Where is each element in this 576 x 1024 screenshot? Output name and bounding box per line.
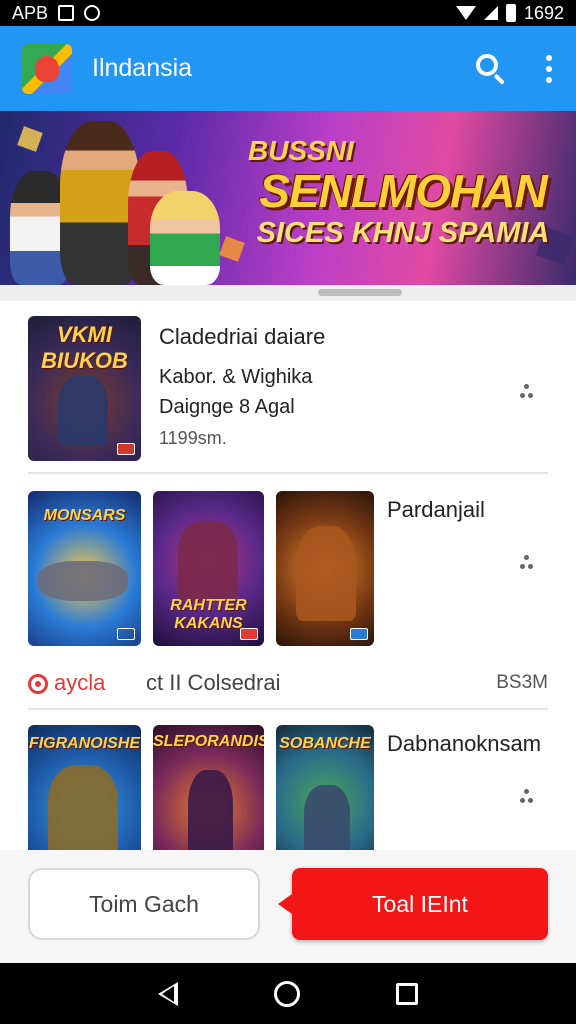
list-item-featured[interactable]: VKMI BIUKOB Cladedriai daiare Kabor. & W…	[28, 316, 548, 462]
search-icon[interactable]	[474, 52, 508, 86]
thumbnail-badge-icon	[240, 628, 258, 640]
promo-banner[interactable]: BUSSNI SENLMOHAN SICES KHNJ SPAMIA	[0, 111, 576, 285]
list-item-row1[interactable]: MONSARS RAHTTER KAKANS Pardanjail	[28, 491, 548, 647]
featured-meta: 1199sm.	[159, 428, 227, 448]
notification-icon	[58, 5, 75, 21]
banner-character	[150, 191, 220, 285]
drag-handle[interactable]	[318, 289, 402, 296]
banner-characters	[0, 111, 240, 285]
thumbnail-caption: MONSARS	[43, 507, 126, 524]
game-thumbnail[interactable]: SOBANCHE	[276, 725, 374, 850]
secondary-button[interactable]: Toim Gach	[28, 868, 260, 940]
thumbnail-figure	[296, 526, 356, 621]
app-bar: Ilndansia	[0, 26, 576, 111]
more-options-icon[interactable]	[516, 547, 536, 577]
status-bar: APB 1692	[0, 0, 576, 26]
thumbnail-badge-icon	[117, 443, 135, 455]
thumbnail-caption: SLEPORANDIS	[153, 733, 264, 750]
battery-icon	[505, 4, 516, 22]
screen: APB 1692 Ilndansia BUSSNI SENLMOHAN SICE…	[0, 0, 576, 1024]
thumbnail-figure	[48, 765, 118, 850]
more-options-icon[interactable]	[516, 781, 536, 811]
wifi-icon	[455, 6, 476, 20]
banner-subtitle: SICES KHNJ SPAMIA	[256, 217, 550, 249]
back-icon[interactable]	[158, 981, 178, 1006]
featured-title: Cladedriai daiare	[159, 324, 326, 349]
thumbnail-figure	[38, 561, 128, 601]
bottom-action-bar: Toim Gach Toal IEInt	[0, 850, 576, 963]
section-label-rest: ct II Colsedrai	[146, 670, 281, 695]
divider	[28, 708, 548, 710]
section-icon	[28, 674, 48, 694]
game-thumbnail[interactable]: RAHTTER KAKANS	[153, 491, 264, 646]
more-options-icon[interactable]	[544, 52, 554, 86]
game-thumbnail[interactable]: FIGRANOISHE	[28, 725, 141, 850]
row1-title: Pardanjail	[387, 497, 485, 522]
list-item-row2[interactable]: FIGRANOISHE SLEPORANDIS SOBANCHE Dabnano…	[28, 725, 548, 850]
thumbnail-figure	[188, 770, 233, 850]
sheet-handle-area	[0, 285, 576, 301]
recents-icon[interactable]	[396, 982, 418, 1005]
divider	[28, 472, 548, 474]
system-nav-bar	[0, 963, 576, 1024]
primary-button[interactable]: Toal IEInt	[278, 868, 548, 940]
featured-thumbnail[interactable]: VKMI BIUKOB	[28, 316, 141, 461]
section-label: aycla	[54, 670, 106, 695]
thumbnail-badge-icon	[350, 628, 368, 640]
thumbnail-badge-icon	[117, 628, 135, 640]
thumbnail-caption: SOBANCHE	[279, 735, 371, 752]
status-text: APB	[12, 2, 49, 23]
thumbnail-figure	[58, 376, 108, 446]
featured-line1: Kabor. & Wighika	[159, 366, 313, 388]
status-right: 1692	[455, 2, 564, 24]
banner-title: SENLMOHAN	[259, 165, 547, 217]
more-options-icon[interactable]	[516, 376, 536, 406]
game-thumbnail[interactable]	[276, 491, 374, 646]
home-icon[interactable]	[274, 980, 300, 1007]
game-thumbnail[interactable]: MONSARS	[28, 491, 141, 646]
thumbnail-figure	[178, 521, 238, 601]
status-time: 1692	[523, 2, 564, 23]
status-left: APB	[12, 2, 101, 24]
game-thumbnail[interactable]: SLEPORANDIS	[153, 725, 264, 850]
app-title: Ilndansia	[92, 54, 193, 82]
section-right-label[interactable]: BS3M	[496, 672, 548, 694]
thumbnail-figure	[304, 785, 350, 850]
featured-line2: Daignge 8 Agal	[159, 396, 295, 418]
app-notification-icon	[84, 5, 101, 21]
row2-title: Dabnanoknsam	[387, 731, 542, 756]
banner-pre-title: BUSSNI	[248, 135, 354, 166]
app-actions	[474, 52, 554, 86]
banner-text: BUSSNI SENLMOHAN SICES KHNJ SPAMIA	[238, 135, 568, 250]
section-header: aycla ct II Colsedrai BS3M	[28, 668, 548, 702]
signal-icon	[483, 6, 498, 20]
app-logo-icon[interactable]	[22, 43, 72, 94]
thumbnail-caption: FIGRANOISHE	[28, 735, 141, 752]
thumbnail-caption: VKMI BIUKOB	[41, 322, 128, 373]
